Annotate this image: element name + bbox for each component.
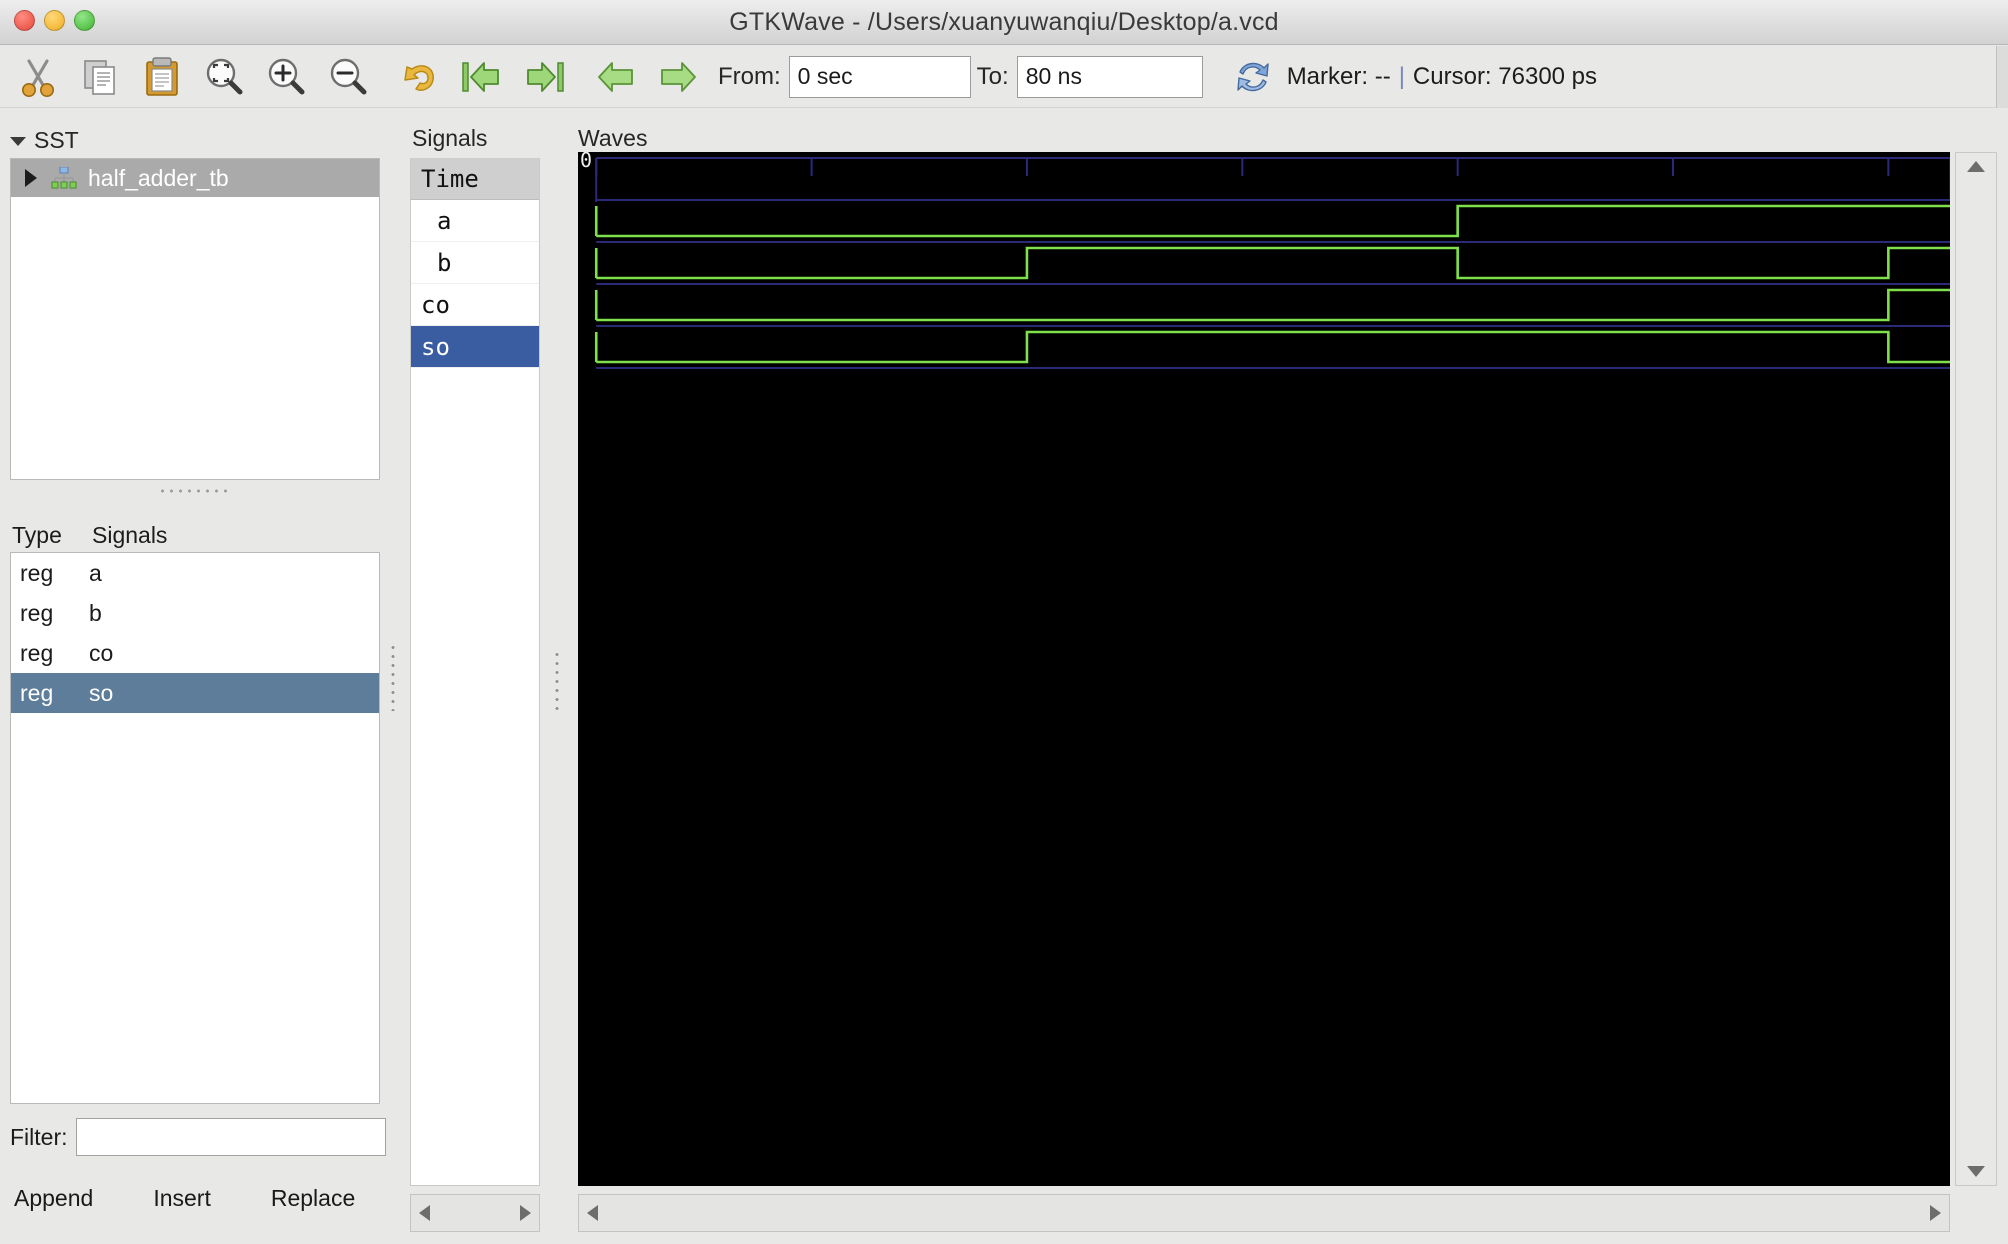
zoom-out-icon [326, 55, 370, 99]
maximize-button[interactable] [74, 10, 95, 31]
from-input[interactable] [788, 55, 971, 98]
zoom-in-button[interactable] [258, 51, 314, 103]
column-header-type: Type [12, 522, 62, 548]
zoom-fit-icon [202, 55, 246, 99]
cut-button[interactable] [10, 51, 66, 103]
wave-row-b[interactable]: b [411, 242, 539, 284]
copy-icon [78, 55, 122, 99]
window-title: GTKWave - /Users/xuanyuwanqiu/Desktop/a.… [729, 7, 1279, 36]
zoom-out-button[interactable] [320, 51, 376, 103]
wave-row-co[interactable]: co [411, 284, 539, 326]
reload-button[interactable] [1225, 51, 1281, 103]
window-controls [14, 10, 95, 31]
arrow-left-icon [592, 55, 640, 99]
prev-edge-button[interactable] [588, 51, 644, 103]
zoom-fit-button[interactable] [196, 51, 252, 103]
table-row[interactable]: reg so [11, 673, 379, 713]
wave-row-label: co [421, 290, 450, 319]
wave-row-label: b [437, 248, 452, 277]
cell-signal: a [89, 559, 102, 586]
arrow-right-icon[interactable] [1930, 1205, 1941, 1221]
wave-canvas[interactable]: 0 [578, 148, 1950, 1186]
arrow-down-icon[interactable] [1967, 1166, 1985, 1177]
cell-signal: so [89, 679, 114, 706]
paste-button[interactable] [134, 51, 190, 103]
table-row[interactable]: reg a [11, 553, 379, 593]
wave-row-a[interactable]: a [411, 200, 539, 242]
title-bar: GTKWave - /Users/xuanyuwanqiu/Desktop/a.… [0, 0, 2008, 45]
wave-row-label: Time [421, 164, 479, 193]
status-separator: | [1398, 62, 1405, 90]
signal-pane-hscrollbar[interactable] [410, 1194, 540, 1232]
toolbar: From: To: Marker: -- | Cursor: 76300 ps [0, 46, 2008, 108]
filter-row: Filter: [10, 1118, 386, 1156]
append-button[interactable]: Append [14, 1185, 93, 1212]
copy-button[interactable] [72, 51, 128, 103]
scissors-icon [16, 55, 60, 99]
gtkwave-window: GTKWave - /Users/xuanyuwanqiu/Desktop/a.… [0, 0, 2008, 1244]
to-input[interactable] [1016, 55, 1203, 98]
table-row[interactable]: reg b [11, 593, 379, 633]
cursor-status: Cursor: 76300 ps [1412, 62, 1598, 90]
chevron-down-icon[interactable] [10, 137, 26, 146]
cell-type: reg [20, 679, 54, 706]
jump-to-end-icon [520, 55, 568, 99]
waveform-plot [594, 157, 1950, 369]
cell-signal: b [89, 599, 102, 626]
sst-tree: half_adder_tb [10, 158, 380, 480]
table-row[interactable]: reg co [11, 633, 379, 673]
undo-arrow-icon [398, 55, 442, 99]
arrow-right-icon [654, 55, 702, 99]
cell-type: reg [20, 639, 54, 666]
to-label: To: [976, 62, 1009, 90]
jump-to-start-icon [458, 55, 506, 99]
cell-type: reg [20, 559, 54, 586]
wave-row-time[interactable]: Time [411, 158, 539, 200]
wave-row-so[interactable]: so [411, 326, 539, 368]
horizontal-splitter-grip[interactable] [158, 487, 230, 495]
wave-hscrollbar[interactable] [578, 1194, 1950, 1232]
cell-signal: co [89, 639, 114, 666]
vertical-splitter-grip-left[interactable] [389, 643, 397, 711]
reload-icon [1231, 55, 1275, 99]
insert-button[interactable]: Insert [153, 1185, 211, 1212]
from-label: From: [718, 62, 781, 90]
column-header-signals: Signals [92, 522, 168, 548]
clipboard-icon [140, 55, 184, 99]
arrow-left-icon[interactable] [419, 1205, 430, 1221]
hierarchy-icon [51, 166, 77, 189]
goto-start-button[interactable] [454, 51, 510, 103]
filter-label: Filter: [10, 1123, 68, 1150]
signals-panel-header: Signals [412, 125, 488, 151]
goto-end-button[interactable] [516, 51, 572, 103]
action-buttons: Append Insert Replace [14, 1185, 355, 1212]
vertical-splitter-grip-right[interactable] [553, 650, 561, 710]
wave-row-label: so [421, 332, 450, 361]
close-button[interactable] [14, 10, 35, 31]
signal-list: reg a reg b reg co reg so [10, 552, 380, 1104]
cell-type: reg [20, 599, 54, 626]
zoom-undo-button[interactable] [392, 51, 448, 103]
arrow-right-icon[interactable] [520, 1205, 531, 1221]
chevron-right-icon[interactable] [25, 169, 37, 187]
toolbar-overflow-scrollbar[interactable] [1996, 46, 2008, 108]
filter-input[interactable] [75, 1118, 386, 1156]
sst-panel-header: SST [34, 127, 79, 153]
tree-item-half-adder-tb[interactable]: half_adder_tb [11, 159, 379, 197]
arrow-left-icon[interactable] [587, 1205, 598, 1221]
next-edge-button[interactable] [650, 51, 706, 103]
minimize-button[interactable] [44, 10, 65, 31]
wave-signal-name-pane: Time a b co so [410, 158, 540, 1186]
replace-button[interactable]: Replace [271, 1185, 355, 1212]
wave-vscrollbar[interactable] [1955, 152, 1997, 1186]
marker-status: Marker: -- [1286, 62, 1391, 90]
zoom-in-icon [264, 55, 308, 99]
arrow-up-icon[interactable] [1967, 161, 1985, 172]
wave-row-label: a [437, 206, 452, 235]
tree-item-label: half_adder_tb [88, 164, 229, 191]
